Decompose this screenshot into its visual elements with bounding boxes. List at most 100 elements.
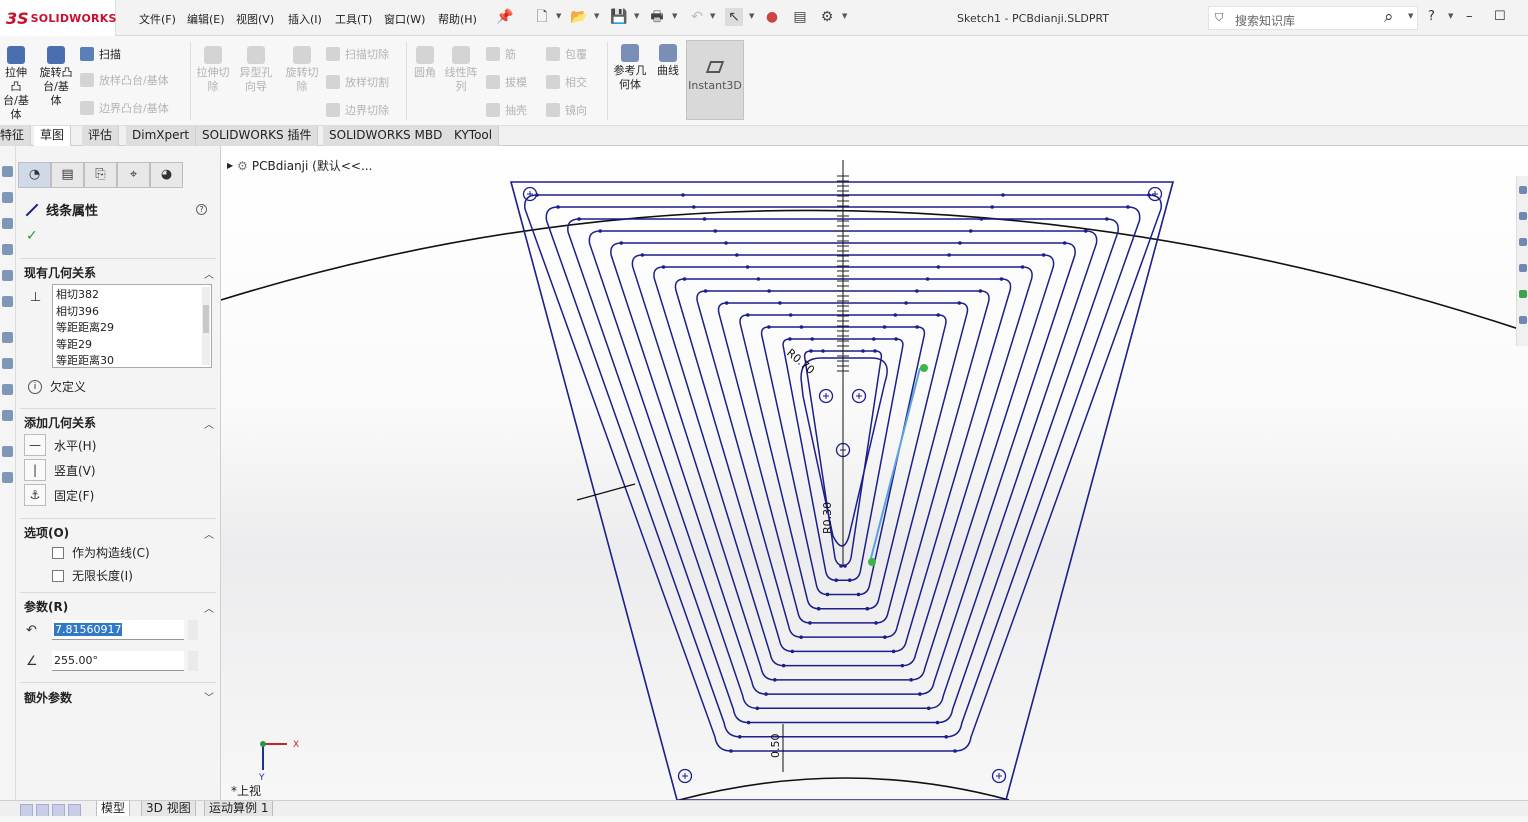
sketch-point[interactable] xyxy=(764,692,768,696)
menu-tools[interactable]: 工具(T) xyxy=(335,11,372,27)
sketch-point[interactable] xyxy=(925,277,930,281)
curves-button[interactable]: 曲线 xyxy=(652,44,684,78)
extruded-boss-button[interactable]: 拉伸凸 台/基 体 xyxy=(0,46,32,122)
tab-model[interactable]: 模型 xyxy=(96,801,131,817)
task-pane-home-icon[interactable] xyxy=(1519,186,1527,194)
sketch-point[interactable] xyxy=(1001,193,1005,197)
sketch-tool-icon[interactable] xyxy=(2,446,13,457)
sketch-point[interactable] xyxy=(781,663,786,668)
sketch-canvas[interactable]: R0.700.50R0.30XY xyxy=(221,146,1528,800)
sketch-point[interactable] xyxy=(999,277,1004,281)
sketch-point[interactable] xyxy=(843,564,847,568)
sketch-tool-icon[interactable] xyxy=(2,332,13,343)
sketch-point[interactable] xyxy=(909,678,913,682)
sketch-point[interactable] xyxy=(957,301,962,305)
help-icon[interactable]: ? xyxy=(1428,9,1435,24)
save-icon[interactable]: 💾 xyxy=(610,8,628,26)
feature-manager-icon[interactable]: ◔ xyxy=(18,162,51,188)
sketch-point[interactable] xyxy=(861,349,865,353)
sketch-point[interactable] xyxy=(856,592,861,597)
sketch-point[interactable] xyxy=(713,229,718,233)
sketch-point[interactable] xyxy=(799,635,803,639)
ok-check-icon[interactable]: ✓ xyxy=(26,228,38,244)
search-input[interactable]: ⛉ 搜索知识库 ⌕ xyxy=(1208,6,1418,30)
display-manager-icon[interactable]: ◕ xyxy=(150,162,183,188)
options-header[interactable]: 选项(O) xyxy=(24,524,69,541)
add-relations-header[interactable]: 添加几何关系 xyxy=(24,414,96,431)
sketch-point[interactable] xyxy=(825,592,830,597)
sketch-point[interactable] xyxy=(958,241,962,245)
list-item[interactable]: 等距29 xyxy=(56,337,208,354)
angle-field[interactable]: 255.00° xyxy=(52,651,184,671)
chevron-down-icon[interactable]: ▼ xyxy=(1448,12,1453,20)
chevron-up-icon[interactable]: ︿ xyxy=(204,416,214,431)
sketch-point[interactable] xyxy=(577,217,581,221)
lofted-cut-button[interactable]: 放样切割 xyxy=(326,74,389,90)
sketch-tool-icon[interactable] xyxy=(2,166,13,177)
hole-wizard-button[interactable]: 异型孔 向导 xyxy=(236,46,276,94)
swept-cut-button[interactable]: 扫描切除 xyxy=(326,46,389,62)
sketch-point[interactable] xyxy=(936,313,941,317)
sketch-point[interactable] xyxy=(871,337,876,341)
sketch-tool-icon[interactable] xyxy=(2,244,13,255)
scrollbar-thumb[interactable] xyxy=(203,305,209,333)
endpoint-handle[interactable] xyxy=(920,364,928,372)
sketch-point[interactable] xyxy=(790,649,795,654)
task-pane-explorer-icon[interactable] xyxy=(1519,264,1527,272)
tab-mbd[interactable]: SOLIDWORKS MBD xyxy=(323,126,450,146)
sketch-point[interactable] xyxy=(893,313,898,317)
sketch-point[interactable] xyxy=(619,241,624,245)
chevron-up-icon[interactable]: ︿ xyxy=(204,526,214,541)
sketch-point[interactable] xyxy=(735,253,739,257)
relations-list[interactable]: 相切382 相切396 等距距离29 等距29 等距距离30 xyxy=(52,284,212,368)
sketch-point[interactable] xyxy=(1083,229,1088,233)
origin-point[interactable] xyxy=(260,741,266,747)
mount-hole-mark[interactable] xyxy=(823,393,829,399)
sketch-point[interactable] xyxy=(894,337,898,341)
tab-motion-study[interactable]: 运动算例 1 xyxy=(204,801,274,817)
sketch-point[interactable] xyxy=(904,301,908,305)
fix-relation-button[interactable]: ⚓ 固定(F) xyxy=(24,484,94,506)
select-cursor-icon[interactable]: ↖ xyxy=(725,8,743,26)
sketch-point[interactable] xyxy=(755,706,760,711)
sketch-point[interactable] xyxy=(724,301,729,305)
chevron-down-icon[interactable]: ▼ xyxy=(749,12,754,20)
chevron-down-icon[interactable]: ▼ xyxy=(672,12,677,20)
sketch-point[interactable] xyxy=(1041,253,1046,257)
chevron-down-icon[interactable]: ▼ xyxy=(556,12,561,20)
sketch-point[interactable] xyxy=(788,337,792,341)
sketch-point[interactable] xyxy=(556,205,560,209)
sketch-point[interactable] xyxy=(767,325,771,329)
sketch-point[interactable] xyxy=(737,734,742,739)
list-item[interactable]: 相切396 xyxy=(56,304,208,321)
sketch-point[interactable] xyxy=(788,313,793,317)
sketch-point[interactable] xyxy=(839,564,843,568)
sketch-point[interactable] xyxy=(926,706,931,711)
inner-teardrop[interactable] xyxy=(800,357,888,547)
infinite-length-checkbox[interactable]: 无限长度(I) xyxy=(52,567,133,584)
chevron-down-icon[interactable]: ▼ xyxy=(710,12,715,20)
list-item[interactable]: 等距距离30 xyxy=(56,353,208,367)
boundary-boss-button[interactable]: 边界凸台/基体 xyxy=(80,100,169,116)
chevron-down-icon[interactable]: ▼ xyxy=(1408,12,1413,20)
inner-arc[interactable] xyxy=(678,777,1010,800)
sketch-point[interactable] xyxy=(598,229,603,233)
chevron-down-icon[interactable]: ﹀ xyxy=(204,689,214,704)
sketch-point[interactable] xyxy=(702,217,707,221)
new-document-icon[interactable]: 🗋 xyxy=(533,8,551,26)
sketch-tool-icon[interactable] xyxy=(2,270,13,281)
sketch-point[interactable] xyxy=(935,720,940,725)
tab-sketch[interactable]: 草图 xyxy=(34,126,72,146)
sketch-point[interactable] xyxy=(990,205,995,209)
mount-hole-mark[interactable] xyxy=(856,393,862,399)
sketch-point[interactable] xyxy=(915,325,919,329)
linear-pattern-button[interactable]: 线性阵 列 xyxy=(442,46,480,94)
sketch-point[interactable] xyxy=(746,720,751,725)
menu-file[interactable]: 文件(F) xyxy=(139,11,176,27)
draft-button[interactable]: 拔模 xyxy=(486,74,527,90)
parameters-header[interactable]: 参数(R) xyxy=(24,598,68,615)
extruded-cut-button[interactable]: 拉伸切 除 xyxy=(194,46,232,94)
sketch-point[interactable] xyxy=(873,349,877,353)
mirror-button[interactable]: 镜向 xyxy=(546,102,587,118)
sketch-point[interactable] xyxy=(1105,217,1109,221)
